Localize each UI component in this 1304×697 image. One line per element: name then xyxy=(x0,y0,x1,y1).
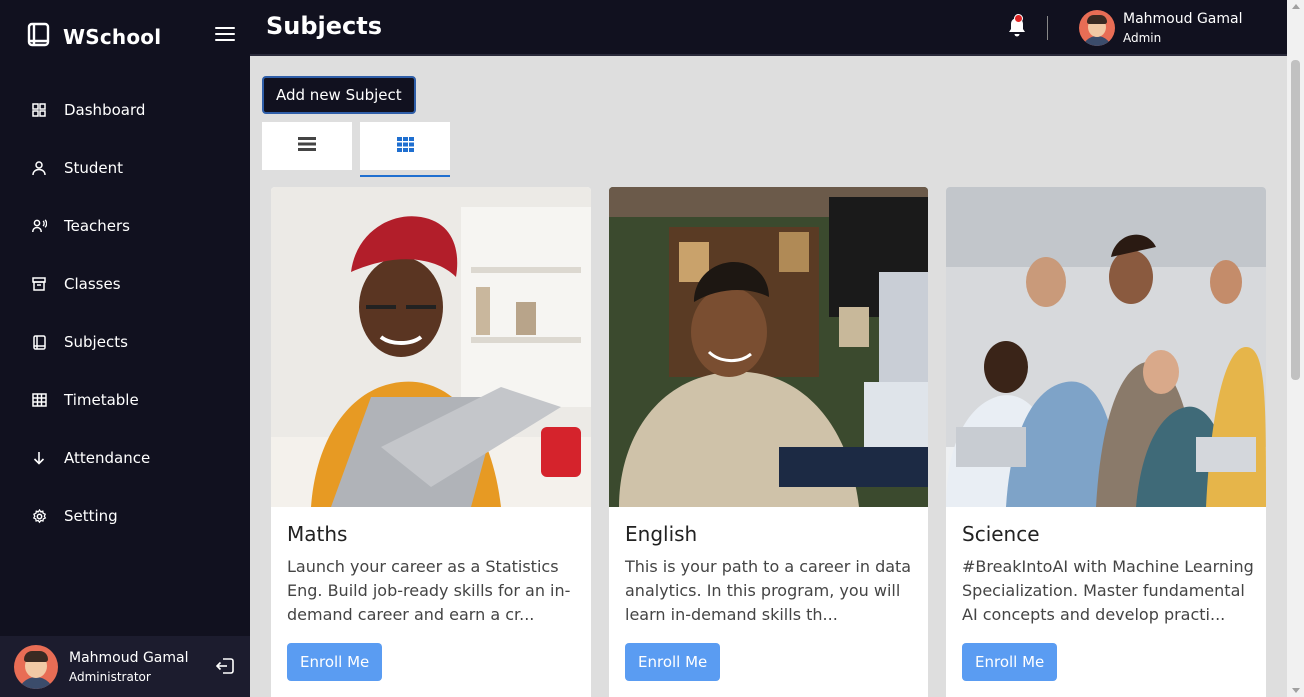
header-user-name: Mahmoud Gamal xyxy=(1123,11,1243,27)
sidebar-item-teachers[interactable]: Teachers xyxy=(0,197,250,255)
sidebar-item-label: Dashboard xyxy=(64,101,146,119)
header-user-menu[interactable]: Mahmoud Gamal Admin xyxy=(1079,10,1242,46)
brand-name: WSchool xyxy=(63,25,162,49)
enroll-button[interactable]: Enroll Me xyxy=(287,643,383,681)
list-icon xyxy=(298,136,316,156)
sidebar-item-setting[interactable]: Setting xyxy=(0,487,250,545)
subject-image xyxy=(271,187,591,507)
avatar xyxy=(1079,10,1115,46)
notification-dot xyxy=(1014,14,1023,23)
grid-view-tab[interactable] xyxy=(360,122,450,170)
subject-card-english: English This is your path to a career in… xyxy=(609,187,928,697)
grid-icon xyxy=(396,136,414,156)
grid-icon xyxy=(31,102,47,118)
scroll-thumb[interactable] xyxy=(1291,60,1300,380)
top-header: Subjects Mahmoud Gamal Admin xyxy=(250,0,1287,56)
subject-card-science: Science #BreakIntoAI with Machine Learni… xyxy=(946,187,1266,697)
card-description: #BreakIntoAI with Machine Learning Speci… xyxy=(962,557,1254,624)
sidebar-nav: Dashboard Student Teachers Classes Subje… xyxy=(0,81,250,545)
gear-icon xyxy=(31,508,47,524)
page-scrollbar[interactable] xyxy=(1287,0,1304,697)
enroll-button[interactable]: Enroll Me xyxy=(962,643,1058,681)
active-tab-indicator xyxy=(360,175,450,177)
sidebar-item-label: Timetable xyxy=(64,391,139,409)
sidebar-item-classes[interactable]: Classes xyxy=(0,255,250,313)
sidebar-item-label: Teachers xyxy=(64,217,130,235)
subject-image xyxy=(946,187,1266,507)
sidebar-item-attendance[interactable]: Attendance xyxy=(0,429,250,487)
sidebar-item-label: Student xyxy=(64,159,124,177)
scroll-up-icon[interactable] xyxy=(1291,4,1300,9)
table-icon xyxy=(31,392,47,408)
scroll-down-icon[interactable] xyxy=(1291,688,1300,693)
subject-image xyxy=(609,187,928,507)
page-title: Subjects xyxy=(266,12,383,40)
add-subject-button[interactable]: Add new Subject xyxy=(262,76,416,114)
card-title: English xyxy=(625,522,698,546)
bell-icon[interactable] xyxy=(1007,14,1027,42)
sidebar-user-role: Administrator xyxy=(69,669,151,684)
sidebar-item-subjects[interactable]: Subjects xyxy=(0,313,250,371)
subject-card-maths: Maths Launch your career as a Statistics… xyxy=(271,187,591,697)
book-icon xyxy=(31,334,47,350)
list-view-tab[interactable] xyxy=(262,122,352,170)
book-icon xyxy=(27,22,51,52)
user-icon xyxy=(31,160,47,176)
sidebar-user-panel: Mahmoud Gamal Administrator xyxy=(0,636,250,697)
sidebar-user-name: Mahmoud Gamal xyxy=(69,649,189,666)
teacher-icon xyxy=(31,218,47,234)
arrow-down-icon xyxy=(31,450,47,466)
enroll-button[interactable]: Enroll Me xyxy=(625,643,721,681)
card-description: This is your path to a career in data an… xyxy=(625,557,912,624)
sidebar-item-label: Subjects xyxy=(64,333,128,351)
logout-icon[interactable] xyxy=(215,658,234,678)
brand[interactable]: WSchool xyxy=(27,22,161,52)
sidebar-item-label: Setting xyxy=(64,507,118,525)
menu-toggle-icon[interactable] xyxy=(215,27,235,43)
sidebar-item-label: Classes xyxy=(64,275,121,293)
sidebar-item-label: Attendance xyxy=(64,449,151,467)
header-divider xyxy=(1047,16,1048,40)
sidebar-item-timetable[interactable]: Timetable xyxy=(0,371,250,429)
sidebar-item-dashboard[interactable]: Dashboard xyxy=(0,81,250,139)
card-title: Maths xyxy=(287,522,348,546)
card-description: Launch your career as a Statistics Eng. … xyxy=(287,557,571,624)
card-title: Science xyxy=(962,522,1040,546)
avatar xyxy=(14,644,58,689)
archive-icon xyxy=(31,276,47,292)
sidebar: WSchool Dashboard Student Teachers Class… xyxy=(0,0,250,697)
app: WSchool Dashboard Student Teachers Class… xyxy=(0,0,1304,697)
header-user-role: Admin xyxy=(1123,31,1162,45)
sidebar-item-student[interactable]: Student xyxy=(0,139,250,197)
